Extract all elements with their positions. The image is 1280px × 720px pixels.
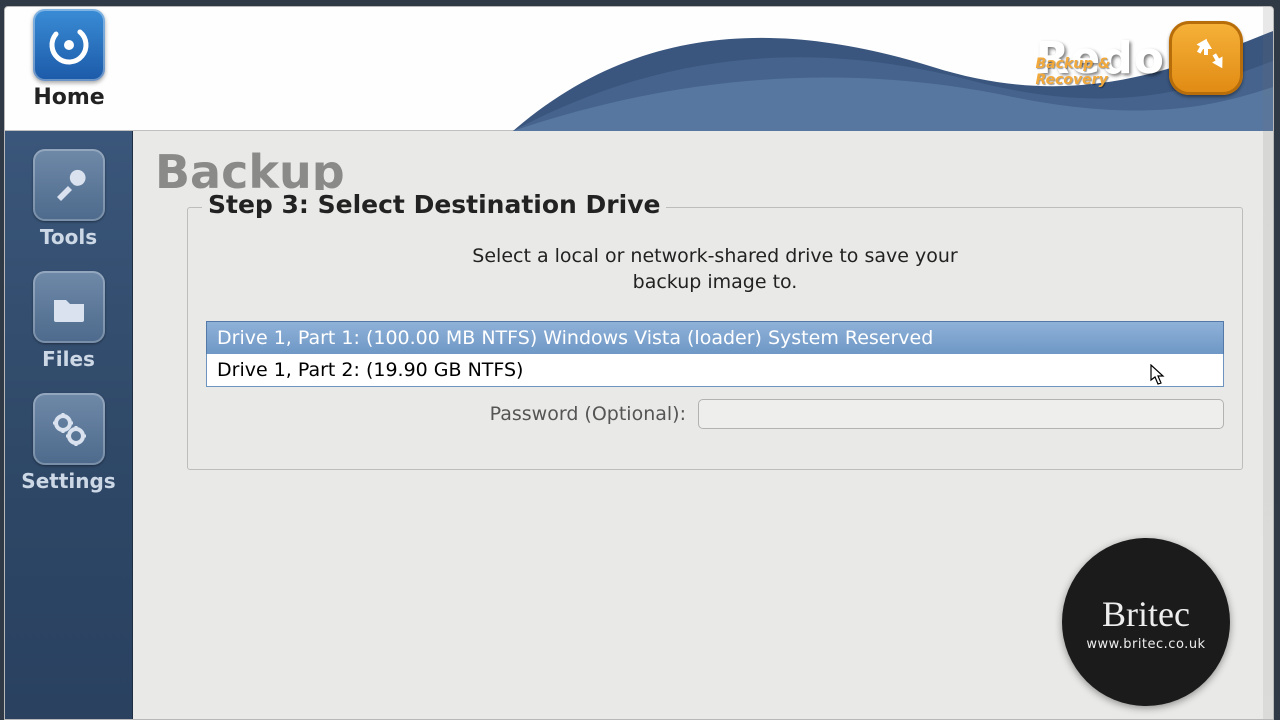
- sidebar-item-label: Tools: [5, 225, 132, 249]
- watermark-title: Britec: [1102, 593, 1190, 635]
- drive-option[interactable]: Drive 1, Part 2: (19.90 GB NTFS): [206, 354, 1224, 387]
- password-row: Password (Optional):: [206, 399, 1224, 429]
- password-label: Password (Optional):: [206, 403, 686, 425]
- instruction-text: Select a local or network-shared drive t…: [435, 244, 995, 295]
- step-title: Step 3: Select Destination Drive: [202, 190, 666, 219]
- watermark-url: www.britec.co.uk: [1086, 637, 1205, 652]
- drive-option[interactable]: Drive 1, Part 1: (100.00 MB NTFS) Window…: [206, 321, 1224, 354]
- home-icon: [33, 9, 105, 81]
- destination-drive-dropdown[interactable]: Drive 1, Part 1: (100.00 MB NTFS) Window…: [206, 321, 1224, 387]
- sidebar-item-tools[interactable]: Tools: [5, 141, 132, 263]
- sidebar-item-label: Files: [5, 347, 132, 371]
- nav-home-label: Home: [19, 85, 119, 110]
- sidebar-item-settings[interactable]: Settings: [5, 385, 132, 507]
- sidebar: Tools Files Setti: [5, 131, 133, 719]
- tools-icon: [33, 149, 105, 221]
- step-fieldset: Step 3: Select Destination Drive Select …: [187, 207, 1243, 470]
- nav-home[interactable]: Home: [19, 9, 119, 110]
- sidebar-item-files[interactable]: Files: [5, 263, 132, 385]
- password-field[interactable]: [698, 399, 1224, 429]
- window-edge: [1263, 7, 1273, 719]
- files-icon: [33, 271, 105, 343]
- recycle-icon: [1169, 21, 1243, 95]
- logo-tagline: Backup & Recovery: [1036, 56, 1155, 88]
- sidebar-item-label: Settings: [5, 469, 132, 493]
- app-logo: Redo Backup & Recovery: [1036, 21, 1243, 95]
- britec-watermark: Britec www.britec.co.uk: [1062, 538, 1230, 706]
- mouse-cursor-icon: [1150, 364, 1166, 386]
- app-banner: Home Redo Backup & Recovery: [5, 7, 1273, 131]
- settings-icon: [33, 393, 105, 465]
